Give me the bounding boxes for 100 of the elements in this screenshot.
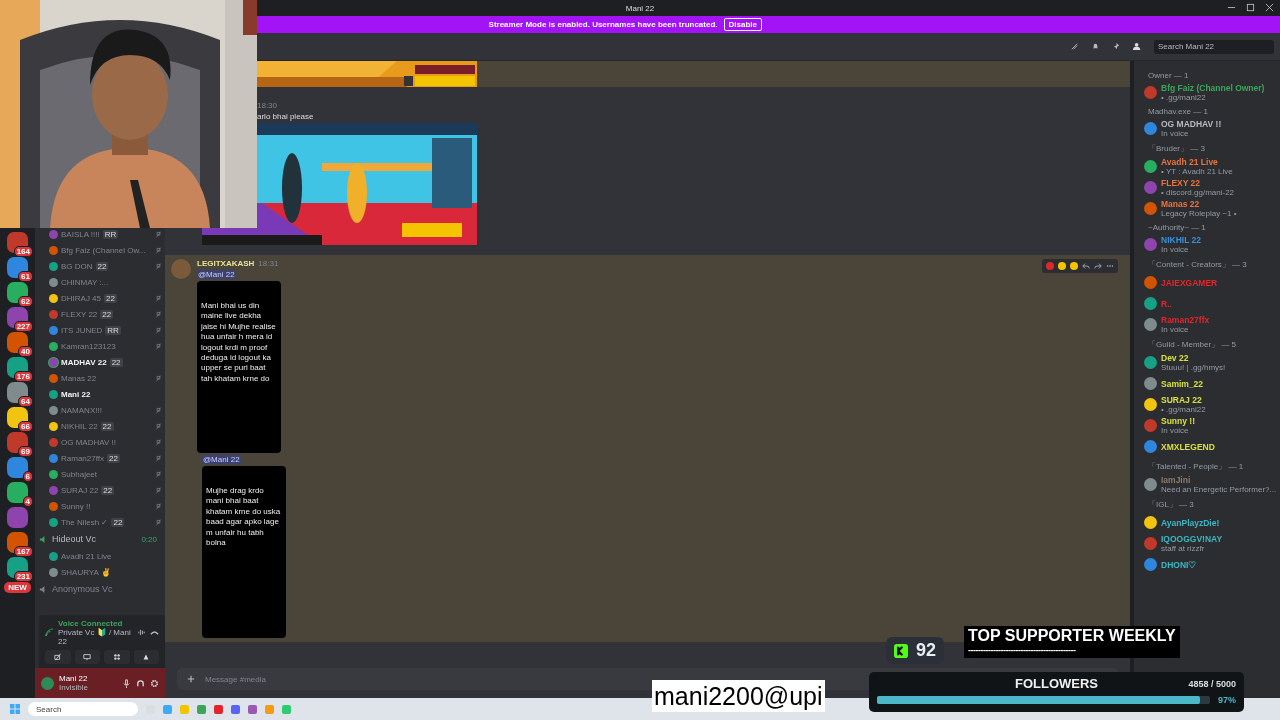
member-name: OG MADHAV !! [61, 437, 116, 447]
server-icon[interactable] [7, 482, 28, 503]
disconnect-icon[interactable] [150, 628, 159, 637]
note-text: Mani bhai us din maine live dekha jaise hi Mujhe realise hua unfair h mera id logout krdi m proof deduga id logout ka upper se puri baat tah khatam krne do [201, 301, 277, 385]
close-icon[interactable] [1265, 3, 1274, 12]
server-icon[interactable] [7, 282, 28, 303]
voice-member[interactable]: Mani 22 [39, 386, 165, 402]
forward-icon[interactable] [1094, 262, 1102, 270]
member-name: NAMANX!!! [61, 405, 102, 415]
unread-count: 6 [22, 471, 33, 482]
member-item[interactable]: DHONI♡ [1144, 554, 1280, 575]
server-tag: RR [102, 229, 119, 239]
member-name: IamJini [1161, 475, 1192, 485]
voice-member[interactable]: ITS JUNED RR [39, 322, 165, 338]
search-field[interactable]: Search Mani 22 [1154, 39, 1274, 54]
headphones-icon[interactable] [136, 678, 145, 688]
member-name: The Nilesh ✓ [61, 517, 109, 527]
settings-icon[interactable] [150, 678, 159, 688]
member-name: R.. [1161, 298, 1172, 309]
screen-share-button[interactable] [74, 650, 100, 664]
waveform-icon[interactable] [137, 628, 146, 637]
add-icon[interactable] [187, 675, 195, 683]
voice-member[interactable]: OG MADHAV !! [39, 434, 165, 450]
voice-member[interactable]: BG DON 22 [39, 258, 165, 274]
member-item[interactable]: Manas 22 Legacy Roleplay ~1 • [1144, 198, 1280, 219]
disable-button[interactable]: Disable [723, 18, 762, 31]
members-icon[interactable] [1133, 42, 1142, 51]
unread-count: 61 [18, 271, 33, 282]
camera-button[interactable] [45, 650, 71, 664]
server-icon[interactable] [7, 407, 28, 428]
search-field[interactable]: Search [28, 702, 138, 716]
voice-member[interactable]: The Nilesh ✓ 22 [39, 514, 165, 530]
server-tag: 22 [101, 485, 115, 495]
maximize-icon[interactable] [1246, 3, 1255, 12]
voice-member[interactable]: CHINMAY :... [39, 274, 165, 290]
voice-member[interactable]: MADHAV 22 22 [39, 354, 165, 370]
voice-member[interactable]: SHAURYA ✌ [39, 564, 165, 580]
message-field[interactable]: Message #media [195, 674, 509, 684]
voice-member[interactable]: NIKHIL 22 22 [39, 418, 165, 434]
unread-count: 176 [13, 371, 33, 382]
member-item[interactable]: SURAJ 22 • .gg/mani22 [1144, 394, 1280, 415]
member-item[interactable]: Sunny !! In voice [1144, 415, 1280, 436]
pin-icon[interactable] [1112, 42, 1121, 51]
member-item[interactable]: XMXLEGEND [1144, 436, 1280, 457]
member-activity: • .gg/mani22 [1161, 93, 1207, 102]
threads-icon[interactable] [1070, 42, 1079, 51]
voice-member[interactable]: Subhajeet [39, 466, 165, 482]
member-activity: Need an Energetic Performer?... [1161, 485, 1277, 494]
user-mention[interactable]: @Mani 22 [202, 455, 241, 464]
user-mention[interactable]: @Mani 22 [197, 270, 236, 279]
more-icon[interactable] [1106, 262, 1114, 270]
microphone-icon[interactable] [122, 678, 131, 688]
member-item[interactable]: OG MADHAV !! In voice [1144, 118, 1280, 139]
server-icon[interactable] [7, 332, 28, 353]
activities-button[interactable] [104, 650, 130, 664]
member-item[interactable]: Dev 22 Stuuu! | .gg/hmys! [1144, 352, 1280, 373]
member-item[interactable]: NIKHIL 22 In voice [1144, 234, 1280, 255]
member-name: Raman27ffx [1161, 315, 1210, 325]
member-name: FLEXY 22 [1161, 178, 1202, 188]
member-name: JAIEXGAMER [1161, 277, 1218, 288]
voice-member[interactable]: Avadh 21 Live [39, 548, 165, 564]
server-tag: 22 [109, 357, 123, 367]
server-tag: 22 [100, 309, 114, 319]
member-item[interactable]: AyanPlayzDie! [1144, 512, 1280, 533]
note-text: Mujhe drag krdo mani bhai baat khatam krne do uska baad agar apko lage m unfair hu tabh bolna [206, 486, 282, 549]
unread-count: 62 [18, 296, 33, 307]
voice-member[interactable]: BAISLA !!!! RR [39, 226, 165, 242]
voice-member[interactable]: Manas 22 [39, 370, 165, 386]
member-name: BAISLA !!!! [61, 229, 100, 239]
member-item[interactable]: Bfg Faiz (Channel Owner) • .gg/mani22 [1144, 82, 1280, 103]
grid-icon [112, 653, 121, 661]
voice-member[interactable]: DHIRAJ 45 22 [39, 290, 165, 306]
voice-member[interactable]: Raman27ffx 22 [39, 450, 165, 466]
author-name[interactable]: LEGITXAKASH [197, 259, 255, 268]
voice-member[interactable]: FLEXY 22 22 [39, 306, 165, 322]
member-activity: In voice [1161, 325, 1190, 334]
voice-channel[interactable]: Anonymous Vc [39, 580, 165, 598]
member-name: Avadh 21 Live [61, 551, 112, 561]
member-item[interactable]: FLEXY 22 • discord.gg/mani-22 [1144, 177, 1280, 198]
voice-member[interactable]: NAMANX!!! [39, 402, 165, 418]
voice-member[interactable]: SURAJ 22 22 [39, 482, 165, 498]
member-name: SURAJ 22 [1161, 395, 1203, 405]
member-item[interactable]: Raman27ffx In voice [1144, 314, 1280, 335]
soundboard-button[interactable] [133, 650, 159, 664]
server-icon[interactable] [7, 382, 28, 403]
member-item[interactable]: IamJini Need an Energetic Performer?... [1144, 474, 1280, 495]
member-item[interactable]: Avadh 21 Live • YT : Avadh 21 Live [1144, 156, 1280, 177]
avatar-icon [1144, 276, 1157, 289]
member-item[interactable]: IQOOGGV!NAY staff at rizzfr [1144, 533, 1280, 554]
member-item[interactable]: Samim_22 [1144, 373, 1280, 394]
voice-channel[interactable]: Hideout Vc 0:20 [39, 530, 165, 548]
voice-member[interactable]: Sunny !! [39, 498, 165, 514]
role-heading: 「Guild - Member」 — 5 [1148, 339, 1238, 350]
server-icon[interactable] [7, 432, 28, 453]
bell-icon[interactable] [1091, 42, 1100, 51]
voice-member[interactable]: Bfg Faiz (Channel Ow... [39, 242, 165, 258]
server-icon[interactable] [7, 257, 28, 278]
reply-icon[interactable] [1082, 262, 1090, 270]
voice-member[interactable]: Kamran123123 [39, 338, 165, 354]
avatar-icon [1144, 478, 1157, 491]
